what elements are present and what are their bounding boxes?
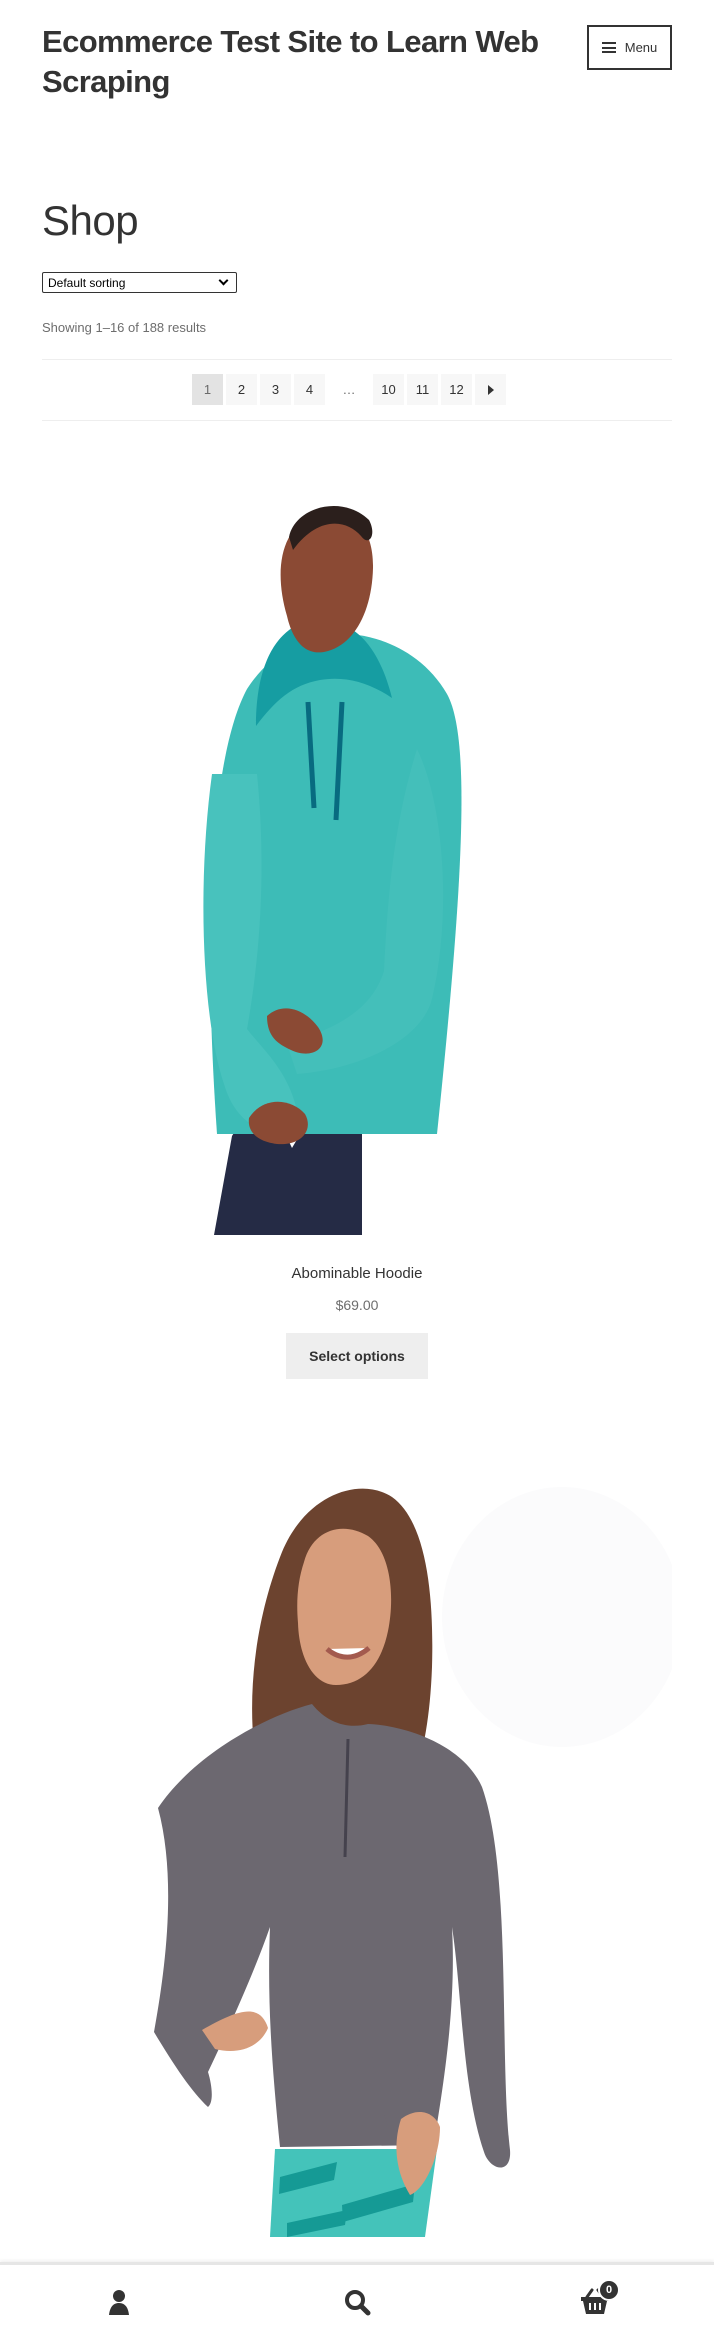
product-image-quarter-zip[interactable] <box>42 1457 672 2237</box>
mobile-footer-bar: 0 <box>0 2262 714 2333</box>
page-link-4[interactable]: 4 <box>294 374 325 405</box>
sorting-selected-label: Default sorting <box>48 275 126 290</box>
page-link-3[interactable]: 3 <box>260 374 291 405</box>
product-name[interactable]: Abominable Hoodie <box>0 1265 714 1282</box>
pagination-top-divider <box>42 359 672 360</box>
select-options-button[interactable]: Select options <box>286 1333 428 1379</box>
sorting-select[interactable]: Default sorting <box>42 272 237 293</box>
page-link-2[interactable]: 2 <box>226 374 257 405</box>
pagination-ellipsis: … <box>342 382 356 397</box>
page-title: Shop <box>42 197 139 244</box>
page-link-1: 1 <box>192 374 223 405</box>
product-card: Abominable Hoodie $69.00 Select options <box>0 464 714 1394</box>
cart-count-badge: 0 <box>598 2279 620 2301</box>
menu-label: Menu <box>624 40 658 55</box>
user-icon <box>109 2290 129 2315</box>
chevron-down-icon <box>218 275 229 286</box>
next-arrow-icon <box>487 384 494 395</box>
search-link[interactable] <box>332 2277 382 2327</box>
next-page-link[interactable] <box>475 374 506 405</box>
result-count: Showing 1–16 of 188 results <box>42 320 207 335</box>
product-price: $69.00 <box>335 1297 379 1313</box>
cart-link[interactable]: 0 <box>570 2277 620 2327</box>
pagination-bottom-divider <box>42 420 672 421</box>
site-header: Ecommerce Test Site to Learn Web Scrapin… <box>0 0 714 140</box>
search-icon <box>345 2290 371 2316</box>
hamburger-icon <box>601 42 616 53</box>
page-link-10[interactable]: 10 <box>373 374 404 405</box>
account-link[interactable] <box>94 2277 144 2327</box>
product-card <box>0 1457 714 2237</box>
menu-button[interactable]: Menu <box>587 25 672 70</box>
page-link-12[interactable]: 12 <box>441 374 472 405</box>
product-image-hoodie[interactable] <box>42 464 672 1244</box>
site-title[interactable]: Ecommerce Test Site to Learn Web Scrapin… <box>42 22 542 102</box>
pagination: 1 2 3 4 … 10 11 12 <box>192 374 506 405</box>
page-link-11[interactable]: 11 <box>407 374 438 405</box>
